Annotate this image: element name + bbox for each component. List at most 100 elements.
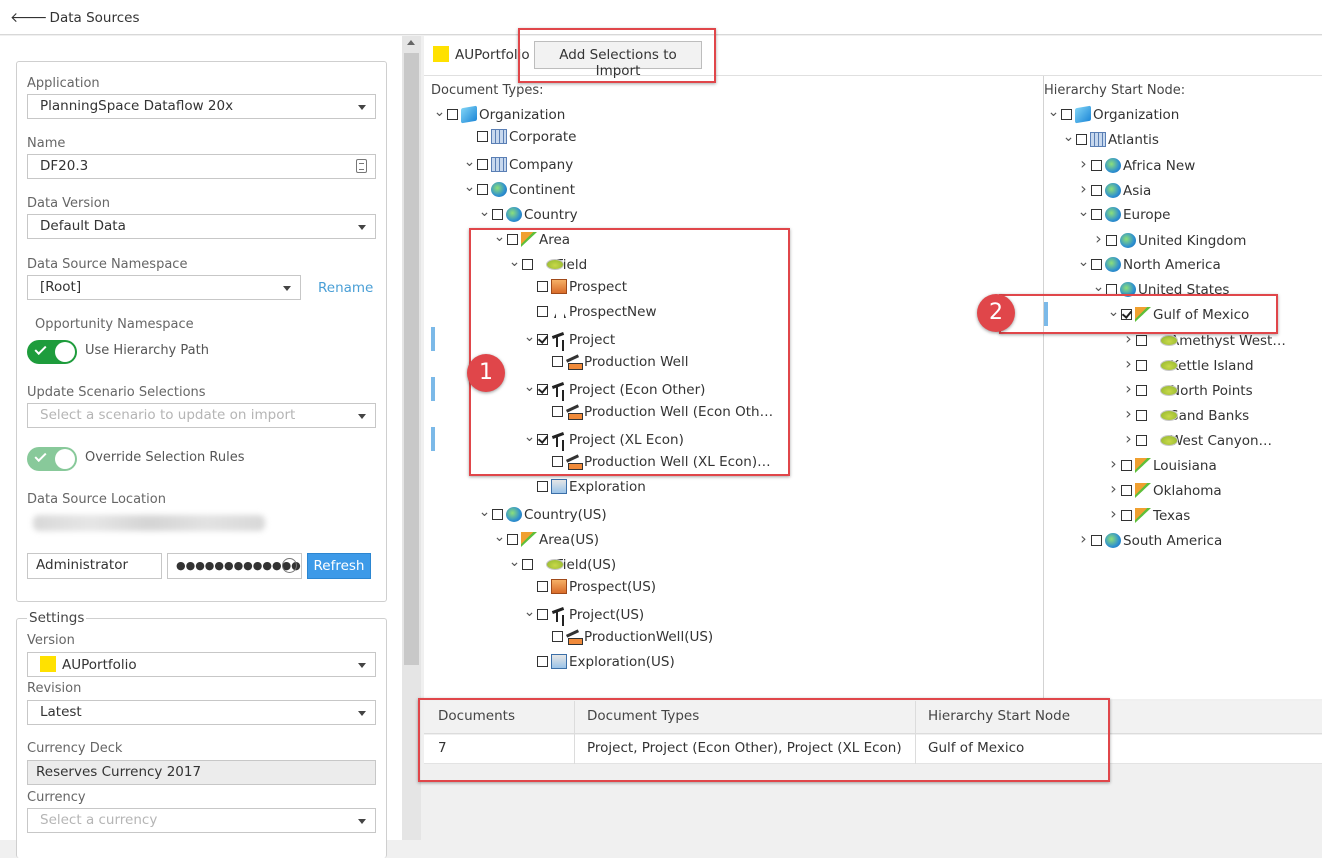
chevron-down-icon[interactable]: ⌄ [462,154,477,170]
rename-link[interactable]: Rename [318,280,373,296]
node-checkbox[interactable] [1121,460,1132,471]
revision-select[interactable]: Latest [27,700,376,725]
version-select[interactable]: AUPortfolio [27,652,376,677]
chevron-down-icon[interactable]: ⌄ [1046,104,1061,120]
tree-node[interactable]: ⌄ Atlantis [1061,129,1159,154]
tree-node[interactable]: ⌄ Organization [1046,104,1179,129]
tree-node[interactable]: › Oklahoma [1106,479,1221,504]
chevron-right-icon[interactable]: › [1106,479,1121,498]
node-checkbox[interactable] [1061,109,1072,120]
eye-icon[interactable] [282,558,297,573]
node-checkbox[interactable] [537,609,548,620]
node-checkbox[interactable] [1136,360,1147,371]
tree-node[interactable]: Prospect(US) [522,579,656,604]
node-checkbox[interactable] [507,534,518,545]
node-checkbox[interactable] [447,109,458,120]
tree-node[interactable]: ⌄ Company [462,154,574,179]
tree-node[interactable]: ⌄ Europe [1076,204,1171,229]
tree-node[interactable]: ⌄ Area(US) [492,529,599,554]
application-select[interactable]: PlanningSpace Dataflow 20x [27,94,376,119]
node-checkbox[interactable] [492,209,503,220]
tree-node[interactable]: › Louisiana [1106,454,1216,479]
node-checkbox[interactable] [537,656,548,667]
tree-node[interactable]: ⌄ Continent [462,179,575,204]
override-selection-toggle[interactable] [27,447,77,471]
tree-node[interactable]: › North Points [1121,379,1252,404]
currency-select[interactable]: Select a currency [27,808,376,833]
chevron-right-icon[interactable]: › [1076,529,1091,548]
scroll-up-icon[interactable] [407,40,415,45]
node-checkbox[interactable] [522,559,533,570]
tree-node[interactable]: Exploration [522,479,646,504]
node-checkbox[interactable] [1136,385,1147,396]
tree-node[interactable]: › South America [1076,529,1222,554]
chevron-down-icon[interactable]: ⌄ [507,554,522,570]
chevron-down-icon[interactable]: ⌄ [1061,129,1076,145]
tree-node[interactable]: ⌄ Field(US) [507,554,617,579]
namespace-select[interactable]: [Root] [27,275,301,300]
tree-node[interactable]: › Africa New [1076,154,1195,179]
node-checkbox[interactable] [1136,335,1147,346]
chevron-right-icon[interactable]: › [1121,404,1136,423]
node-checkbox[interactable] [552,631,563,642]
username-input[interactable]: Administrator [27,553,162,579]
chevron-down-icon[interactable]: ⌄ [432,104,447,120]
node-checkbox[interactable] [492,509,503,520]
tree-node[interactable]: › Texas [1106,504,1190,529]
chevron-right-icon[interactable]: › [1121,379,1136,398]
node-checkbox[interactable] [1091,259,1102,270]
chevron-right-icon[interactable]: › [1076,179,1091,198]
tree-node[interactable]: › Kettle Island [1121,354,1253,379]
chevron-down-icon[interactable]: ⌄ [1091,279,1106,295]
tree-node[interactable]: ⌄ Organization [432,104,565,129]
tree-node[interactable]: ⌄ Country(US) [477,504,607,529]
password-input[interactable]: ●●●●●●●●●●●●● [167,553,302,579]
node-checkbox[interactable] [1091,535,1102,546]
chevron-down-icon[interactable]: ⌄ [462,179,477,195]
chevron-right-icon[interactable]: › [1121,354,1136,373]
chevron-down-icon[interactable]: ⌄ [477,204,492,220]
node-checkbox[interactable] [1076,134,1087,145]
chevron-down-icon[interactable]: ⌄ [477,504,492,520]
node-checkbox[interactable] [477,131,488,142]
node-checkbox[interactable] [537,581,548,592]
data-version-select[interactable]: Default Data [27,214,376,239]
node-checkbox[interactable] [1091,185,1102,196]
chevron-down-icon[interactable]: ⌄ [522,604,537,620]
tree-node[interactable]: › Asia [1076,179,1151,204]
name-input[interactable]: DF20.3 [27,154,376,179]
back-link[interactable]: 🡐 Data Sources [10,9,139,26]
keyboard-icon[interactable] [356,159,367,173]
node-checkbox[interactable] [1091,209,1102,220]
node-checkbox[interactable] [1091,160,1102,171]
node-checkbox[interactable] [477,159,488,170]
tree-node[interactable]: ⌄ Project(US) [522,604,645,629]
scrollbar-thumb[interactable] [404,53,419,665]
chevron-right-icon[interactable]: › [1121,429,1136,448]
tree-node[interactable]: Exploration(US) [522,654,675,679]
node-checkbox[interactable] [1121,485,1132,496]
tree-node[interactable]: ⌄ North America [1076,254,1221,279]
column-divider[interactable] [1043,76,1044,698]
update-scenario-select[interactable]: Select a scenario to update on import [27,403,376,428]
tree-node[interactable]: Corporate [462,129,577,154]
node-checkbox[interactable] [1106,235,1117,246]
node-checkbox[interactable] [477,184,488,195]
node-checkbox[interactable] [1136,435,1147,446]
tree-node[interactable]: ⌄ Country [477,204,578,229]
tree-node[interactable]: ProductionWell(US) [537,629,713,654]
node-checkbox[interactable] [1121,510,1132,521]
use-hierarchy-toggle[interactable] [27,340,77,364]
tree-node[interactable]: › United Kingdom [1091,229,1246,254]
chevron-down-icon[interactable]: ⌄ [1076,204,1091,220]
chevron-down-icon[interactable]: ⌄ [492,529,507,545]
chevron-right-icon[interactable]: › [1106,454,1121,473]
chevron-right-icon[interactable]: › [1076,154,1091,173]
chevron-right-icon[interactable]: › [1091,229,1106,248]
tree-node[interactable]: › West Canyon… [1121,429,1272,454]
chevron-right-icon[interactable]: › [1106,504,1121,523]
chevron-down-icon[interactable]: ⌄ [1076,254,1091,270]
node-checkbox[interactable] [537,481,548,492]
refresh-button[interactable]: Refresh [307,553,371,579]
tree-node[interactable]: › Sand Banks [1121,404,1249,429]
